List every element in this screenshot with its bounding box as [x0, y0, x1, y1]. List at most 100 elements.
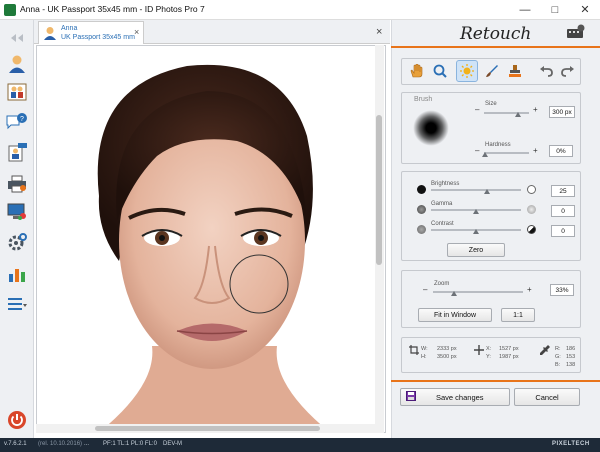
gamma-label: Gamma — [431, 201, 453, 207]
single-person-icon[interactable] — [5, 52, 29, 76]
panel-divider-top — [391, 46, 600, 48]
tab-close-button[interactable]: × — [134, 27, 139, 37]
cancel-button[interactable]: Cancel — [514, 388, 580, 406]
minimize-button[interactable]: — — [510, 0, 540, 20]
vertical-scroll-thumb[interactable] — [376, 115, 382, 265]
brightness-slider-track[interactable] — [431, 189, 521, 191]
x-label: X: — [486, 346, 492, 352]
zoom-slider-track[interactable] — [433, 291, 523, 293]
zoom-value-field[interactable]: 33% — [550, 284, 574, 296]
zoom-magnifier-icon[interactable] — [429, 60, 451, 82]
y-value: 1987 px — [499, 354, 519, 360]
contrast-high-icon — [527, 225, 536, 234]
menu-list-icon[interactable] — [5, 292, 29, 316]
pf-status-text: PF:1 TL:1 PL:0 FL:0 — [103, 441, 157, 447]
size-minus-button[interactable]: – — [475, 105, 479, 114]
one-to-one-button[interactable]: 1:1 — [501, 308, 535, 322]
brightness-label: Brightness — [431, 181, 460, 187]
fit-in-window-button[interactable]: Fit in Window — [418, 308, 492, 322]
window-title: Anna - UK Passport 35x45 mm - ID Photos … — [20, 4, 205, 14]
export-screen-icon[interactable] — [5, 200, 29, 224]
tab-name: Anna — [61, 25, 78, 32]
zoom-slider-thumb[interactable] — [451, 291, 457, 296]
power-exit-icon[interactable] — [5, 408, 29, 432]
gamma-value-field[interactable]: 0 — [551, 205, 575, 217]
tab-avatar-icon — [43, 26, 57, 42]
hardness-slider-track[interactable] — [484, 152, 529, 154]
redo-icon[interactable] — [557, 60, 579, 82]
brush-label: Brush — [414, 96, 433, 103]
hand-pan-icon[interactable] — [405, 60, 427, 82]
size-slider-track[interactable] — [484, 112, 529, 114]
crosshair-position-icon — [474, 345, 484, 357]
save-changes-label: Save changes — [436, 392, 484, 402]
maximize-button[interactable]: □ — [540, 0, 570, 20]
status-dots: ... — [84, 441, 90, 447]
close-window-button[interactable]: ✕ — [570, 0, 600, 20]
gamma-light-icon — [527, 205, 536, 214]
b-value: 138 — [566, 362, 576, 368]
size-label: Size — [485, 101, 497, 107]
height-label: H: — [421, 354, 427, 360]
height-value: 3500 px — [437, 354, 457, 360]
brush-icon[interactable] — [481, 60, 503, 82]
print-icon[interactable] — [5, 172, 29, 196]
brand-logo-text: PIXELTECH — [552, 441, 590, 447]
contrast-value-field[interactable]: 0 — [551, 225, 575, 237]
g-label: G: — [555, 354, 561, 360]
navigation-icon[interactable] — [5, 26, 29, 50]
help-chat-icon[interactable]: ? — [5, 110, 29, 134]
hardness-value-field[interactable]: 0% — [549, 145, 573, 157]
portrait-photo — [37, 46, 385, 432]
title-bar: Anna - UK Passport 35x45 mm - ID Photos … — [0, 0, 600, 20]
brightness-light-icon — [527, 185, 536, 194]
zoom-minus-button[interactable]: – — [423, 285, 427, 294]
zoom-plus-button[interactable]: + — [527, 285, 532, 294]
gamma-dark-icon — [417, 205, 426, 214]
width-value: 2333 px — [437, 346, 457, 352]
zero-button[interactable]: Zero — [447, 243, 505, 257]
version-text: v.7.6.2.1 — [4, 441, 27, 447]
gamma-slider-thumb[interactable] — [473, 209, 479, 214]
brightness-value-field[interactable]: 25 — [551, 185, 575, 197]
hardness-minus-button[interactable]: – — [475, 146, 479, 155]
new-template-icon[interactable] — [5, 140, 29, 164]
contrast-slider-thumb[interactable] — [473, 229, 479, 234]
hardness-slider-thumb[interactable] — [482, 152, 488, 157]
tab-subtitle: UK Passport 35x45 mm — [61, 34, 135, 41]
canvas-close-button[interactable]: × — [376, 26, 382, 38]
contrast-label: Contrast — [431, 221, 454, 227]
keyboard-shortcut-icon[interactable] — [566, 24, 586, 42]
settings-gear-icon[interactable] — [5, 230, 29, 254]
contrast-low-icon — [417, 225, 426, 234]
brightness-slider-thumb[interactable] — [484, 189, 490, 194]
info-group — [401, 337, 581, 373]
dev-status-text: DEV-M — [163, 441, 183, 447]
size-value-field[interactable]: 300 px — [549, 106, 575, 118]
panel-divider-bottom — [391, 380, 600, 382]
r-label: R: — [555, 346, 561, 352]
g-value: 153 — [566, 354, 576, 360]
save-changes-button[interactable]: Save changes — [400, 388, 510, 406]
document-tab[interactable]: Anna UK Passport 35x45 mm × — [38, 21, 144, 44]
save-disk-icon — [406, 391, 416, 403]
eyedropper-icon — [540, 345, 550, 357]
stamp-icon[interactable] — [504, 60, 526, 82]
horizontal-scroll-thumb[interactable] — [95, 426, 320, 431]
release-date-text: (rel. 10.10.2016) — [38, 441, 83, 447]
hardness-label: Hardness — [485, 142, 511, 148]
group-photo-icon[interactable] — [5, 80, 29, 104]
width-label: W: — [421, 346, 428, 352]
y-label: Y: — [486, 354, 491, 360]
size-plus-button[interactable]: + — [533, 105, 538, 114]
undo-icon[interactable] — [535, 60, 557, 82]
brightness-sun-icon[interactable] — [456, 60, 478, 82]
x-value: 1527 px — [499, 346, 519, 352]
size-slider-thumb[interactable] — [515, 112, 521, 117]
hardness-plus-button[interactable]: + — [533, 146, 538, 155]
app-icon — [4, 4, 16, 16]
zoom-label: Zoom — [434, 281, 450, 287]
statistics-chart-icon[interactable] — [5, 262, 29, 286]
brush-preview — [413, 110, 449, 146]
photo-canvas[interactable] — [36, 45, 386, 433]
